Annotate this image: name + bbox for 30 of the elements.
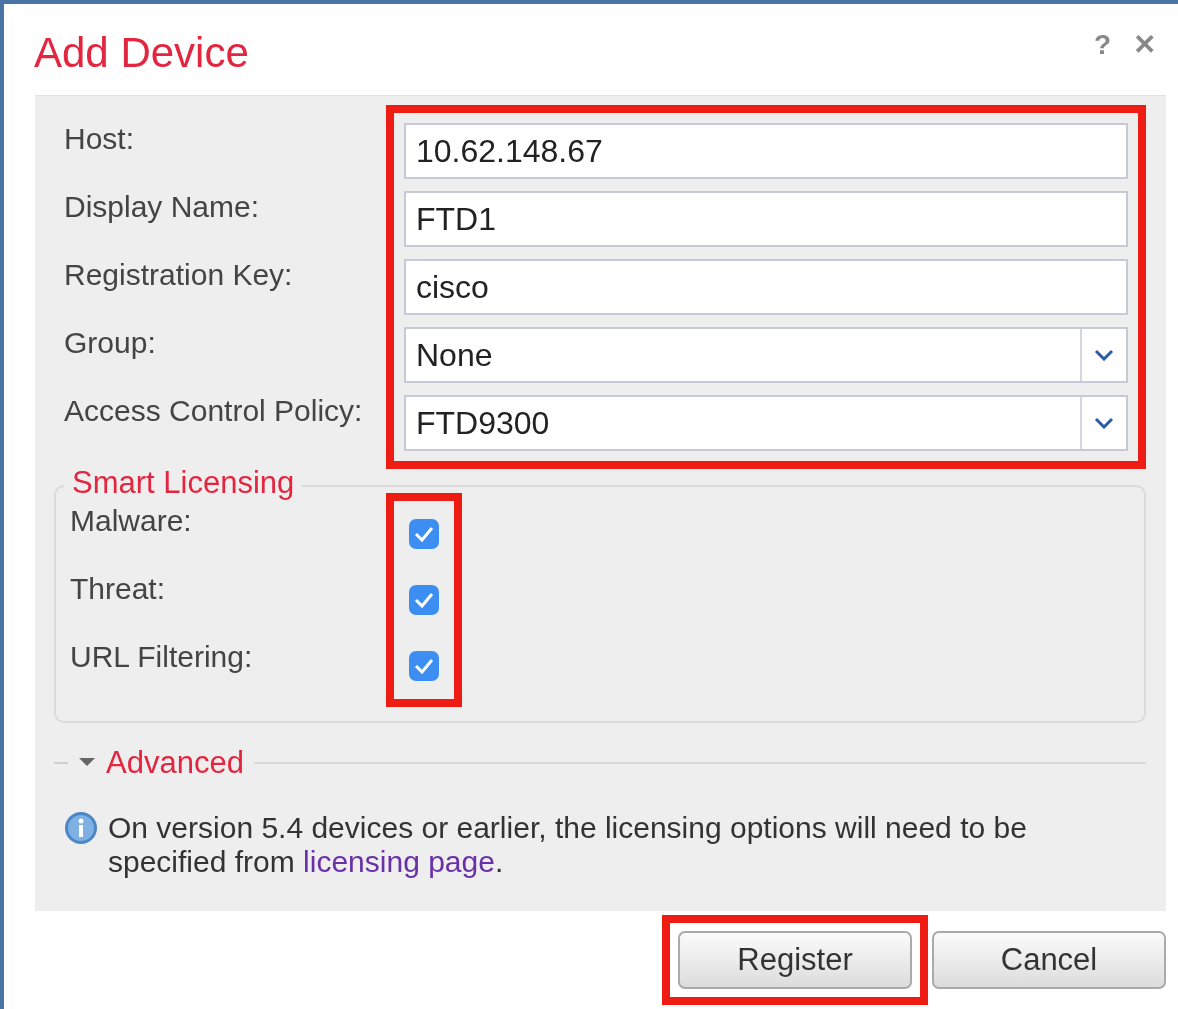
checkbox[interactable] <box>409 519 439 549</box>
chevron-down-icon <box>1094 417 1114 429</box>
licensing-link[interactable]: licensing page <box>303 845 495 878</box>
checkbox[interactable] <box>409 651 439 681</box>
field-label: Registration Key: <box>64 257 294 293</box>
info-icon <box>64 811 98 845</box>
field-label: Group: <box>64 325 157 361</box>
text-field[interactable]: 10.62.148.67 <box>404 123 1128 179</box>
field-label: Host: <box>64 121 136 157</box>
check-icon <box>413 525 435 543</box>
cancel-button[interactable]: Cancel <box>932 931 1166 989</box>
checkbox-label: Threat: <box>70 571 167 607</box>
text-field[interactable]: cisco <box>404 259 1128 315</box>
checkbox-label: Malware: <box>70 503 193 539</box>
info-text: On version 5.4 devices or earlier, the licensing options will need to be specified from licensing page. <box>108 811 1028 879</box>
field-label: Access Control Policy: <box>64 393 364 429</box>
field-label: Display Name: <box>64 189 261 225</box>
chevron-down-icon <box>1094 349 1114 361</box>
dropdown[interactable]: FTD9300 <box>404 395 1128 451</box>
check-icon <box>413 591 435 609</box>
close-button[interactable]: ✕ <box>1133 31 1156 59</box>
text-field[interactable]: FTD1 <box>404 191 1128 247</box>
help-button[interactable]: ? <box>1093 31 1111 59</box>
check-icon <box>413 657 435 675</box>
checkbox[interactable] <box>409 585 439 615</box>
register-button[interactable]: Register <box>678 931 912 989</box>
checkbox-label: URL Filtering: <box>70 639 254 675</box>
dropdown[interactable]: None <box>404 327 1128 383</box>
dialog-title: Add Device <box>34 32 249 74</box>
section-toggle[interactable]: Advanced <box>106 745 244 781</box>
